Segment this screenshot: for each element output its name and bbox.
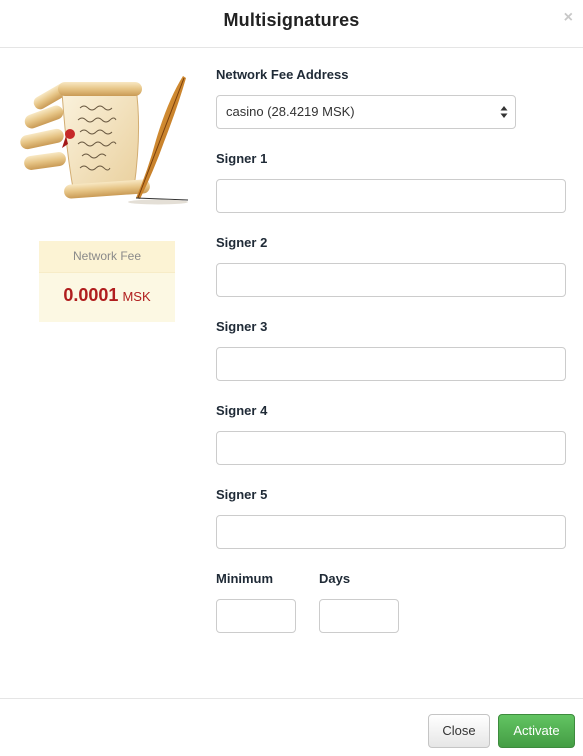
network-fee-label: Network Fee (39, 241, 175, 273)
fee-amount: 0.0001 (63, 285, 119, 305)
signer-5-label: Signer 5 (216, 487, 268, 502)
network-fee-address-label: Network Fee Address (216, 67, 349, 82)
dialog-title: Multisignatures (223, 10, 360, 30)
network-fee-panel: Network Fee 0.0001 MSK (39, 241, 175, 322)
quill-scroll-icon (20, 76, 189, 205)
activate-button[interactable]: Activate (498, 714, 575, 748)
minimum-input[interactable] (216, 599, 296, 633)
dialog-footer: Close Activate (0, 698, 583, 756)
signer-2-label: Signer 2 (216, 235, 268, 250)
signer-5-input[interactable] (216, 515, 566, 549)
select-arrows-icon (500, 106, 508, 118)
minimum-label: Minimum (216, 571, 274, 586)
dialog-header: Multisignatures × (0, 0, 583, 48)
network-fee-address-selected: casino (28.4219 MSK) (226, 104, 355, 119)
signer-3-label: Signer 3 (216, 319, 268, 334)
close-icon[interactable]: × (564, 10, 573, 26)
signer-3-input[interactable] (216, 347, 566, 381)
signer-1-input[interactable] (216, 179, 566, 213)
network-fee-address-select[interactable]: casino (28.4219 MSK) (216, 95, 516, 129)
fee-unit: MSK (122, 289, 151, 304)
signer-4-label: Signer 4 (216, 403, 268, 418)
days-label: Days (319, 571, 351, 586)
close-button[interactable]: Close (428, 714, 490, 748)
multisignatures-dialog: Multisignatures × Network Fee 0.0001 MSK… (0, 0, 583, 756)
signer-4-input[interactable] (216, 431, 566, 465)
signer-2-input[interactable] (216, 263, 566, 297)
network-fee-value: 0.0001 MSK (39, 285, 175, 306)
signer-1-label: Signer 1 (216, 151, 268, 166)
days-input[interactable] (319, 599, 399, 633)
